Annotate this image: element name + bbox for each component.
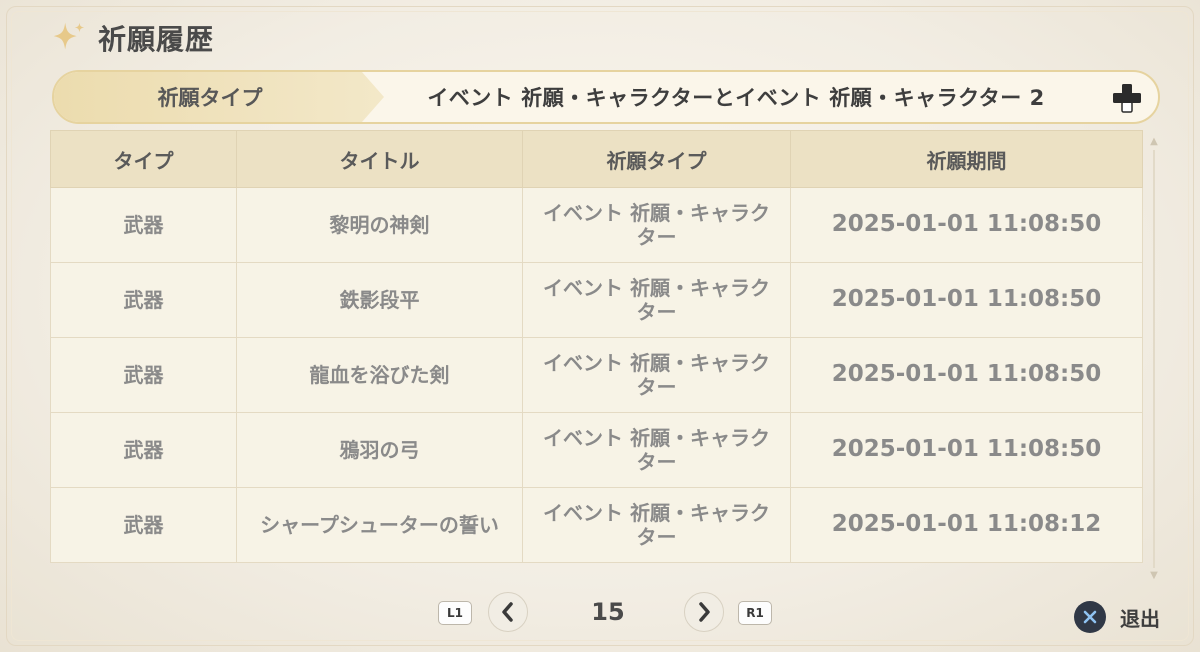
exit-label: 退出 <box>1120 606 1160 631</box>
header: 祈願履歴 <box>50 14 214 62</box>
table-scrollbar[interactable]: ▲ ▼ <box>1148 136 1160 581</box>
l1-key[interactable]: L1 <box>438 601 472 625</box>
cell-type: 武器 <box>50 487 237 563</box>
cell-title: 龍血を浴びた剣 <box>236 337 523 413</box>
cell-wish-type: イベント 祈願・キャラクター <box>522 337 791 413</box>
page-number: 15 <box>591 598 625 626</box>
prev-page-button[interactable] <box>488 592 528 632</box>
cell-time: 2025-01-01 11:08:50 <box>790 262 1143 338</box>
column-header-type: タイプ <box>50 130 237 188</box>
scrollbar-track <box>1153 150 1155 568</box>
table-row: 武器 鉄影段平 イベント 祈願・キャラクター 2025-01-01 11:08:… <box>50 262 1143 338</box>
cell-wish-type: イベント 祈願・キャラクター <box>522 187 791 263</box>
cell-time: 2025-01-01 11:08:12 <box>790 487 1143 563</box>
cell-wish-type: イベント 祈願・キャラクター <box>522 412 791 488</box>
r1-key[interactable]: R1 <box>738 601 772 625</box>
cell-type: 武器 <box>50 412 237 488</box>
table-row: 武器 黎明の神剣 イベント 祈願・キャラクター 2025-01-01 11:08… <box>50 187 1143 263</box>
exit-button[interactable]: 退出 <box>1074 600 1160 634</box>
cross-button-icon <box>1074 601 1106 633</box>
wish-type-value: イベント 祈願・キャラクターとイベント 祈願・キャラクター 2 <box>427 86 1045 110</box>
cell-title: 黎明の神剣 <box>236 187 523 263</box>
wish-type-label: 祈願タイプ <box>157 86 263 110</box>
dpad-icon[interactable] <box>1112 83 1142 113</box>
table-row: 武器 シャープシューターの誓い イベント 祈願・キャラクター 2025-01-0… <box>50 487 1143 563</box>
wish-type-label-box: 祈願タイプ <box>54 72 384 122</box>
cell-type: 武器 <box>50 337 237 413</box>
cell-time: 2025-01-01 11:08:50 <box>790 412 1143 488</box>
chevron-left-icon <box>502 602 513 622</box>
table-row: 武器 龍血を浴びた剣 イベント 祈願・キャラクター 2025-01-01 11:… <box>50 337 1143 413</box>
cell-type: 武器 <box>50 262 237 338</box>
next-page-button[interactable] <box>684 592 724 632</box>
cell-time: 2025-01-01 11:08:50 <box>790 187 1143 263</box>
wish-history-table: タイプ タイトル 祈願タイプ 祈願期間 武器 黎明の神剣 イベント 祈願・キャラ… <box>50 130 1143 563</box>
cell-time: 2025-01-01 11:08:50 <box>790 337 1143 413</box>
wish-type-banner[interactable]: 祈願タイプ イベント 祈願・キャラクターとイベント 祈願・キャラクター 2 <box>52 70 1160 124</box>
column-header-title: タイトル <box>236 130 523 188</box>
scroll-up-cap-icon: ▲ <box>1150 136 1158 147</box>
column-header-wish-type: 祈願タイプ <box>522 130 791 188</box>
column-header-period: 祈願期間 <box>790 130 1143 188</box>
sparkle-icon <box>53 22 85 50</box>
cell-title: シャープシューターの誓い <box>236 487 523 563</box>
pagination: L1 15 R1 <box>438 592 778 634</box>
table-header-row: タイプ タイトル 祈願タイプ 祈願期間 <box>50 130 1143 188</box>
page-title: 祈願履歴 <box>98 23 215 56</box>
cell-title: 鉄影段平 <box>236 262 523 338</box>
cell-wish-type: イベント 祈願・キャラクター <box>522 262 791 338</box>
cell-wish-type: イベント 祈願・キャラクター <box>522 487 791 563</box>
cell-title: 鴉羽の弓 <box>236 412 523 488</box>
cell-type: 武器 <box>50 187 237 263</box>
chevron-right-icon <box>699 602 710 622</box>
table-row: 武器 鴉羽の弓 イベント 祈願・キャラクター 2025-01-01 11:08:… <box>50 412 1143 488</box>
scroll-down-cap-icon: ▼ <box>1150 570 1158 581</box>
